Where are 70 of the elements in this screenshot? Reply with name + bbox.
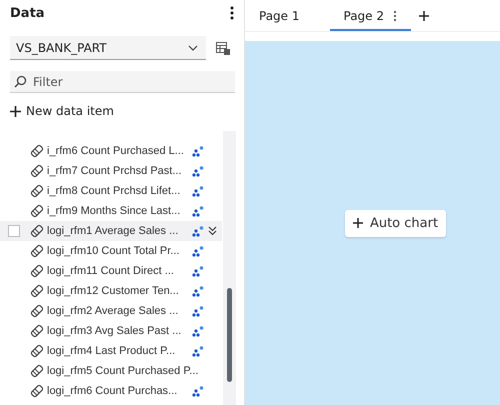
panel-title: Data — [10, 6, 45, 20]
tag-icon — [30, 224, 44, 238]
item-label: logi_rfm5 Count Purchased P... — [47, 364, 198, 378]
data-item[interactable]: logi_rfm11 Count Direct ... — [0, 261, 222, 281]
double-chevron-icon[interactable] — [208, 226, 217, 236]
chevron-icon — [188, 44, 198, 50]
relation-icon — [192, 146, 204, 156]
auto-chart-button[interactable]: Auto chart — [344, 210, 446, 236]
source-dropdown[interactable]: VS_BANK_PART — [10, 36, 206, 60]
data-item[interactable]: logi_rfm12 Customer Ten... — [0, 281, 222, 301]
relation-icon — [192, 386, 204, 396]
item-label: logi_rfm11 Count Direct ... — [47, 264, 174, 278]
data-item[interactable]: logi_rfm10 Count Total Pr... — [0, 241, 222, 261]
tag-icon — [30, 204, 44, 218]
item-label: i_rfm8 Count Prchsd Lifet... — [47, 184, 180, 198]
relation-icon — [192, 246, 204, 256]
data-item[interactable]: logi_rfm2 Average Sales ... — [0, 301, 222, 321]
item-label: logi_rfm6 Count Purchas... — [47, 384, 178, 398]
page-tab[interactable]: Page 1 — [253, 2, 312, 31]
filter-field[interactable]: Filter — [10, 71, 235, 93]
item-label: logi_rfm12 Customer Ten... — [47, 284, 179, 298]
tag-icon — [30, 244, 44, 258]
more-icon[interactable] — [230, 6, 234, 20]
item-label: logi_rfm4 Last Product P... — [47, 344, 176, 358]
relation-icon — [192, 166, 204, 176]
data-item[interactable]: logi_rfm1 Average Sales ... — [0, 221, 222, 241]
plus-icon — [352, 218, 363, 228]
data-item[interactable]: logi_rfm5 Count Purchased P... — [0, 361, 222, 381]
tag-icon — [30, 184, 44, 198]
data-item[interactable]: i_rfm7 Count Prchsd Past... — [0, 161, 222, 181]
add-icon[interactable] — [419, 11, 429, 21]
more-icon[interactable] — [393, 10, 397, 22]
relation-icon — [192, 306, 204, 316]
item-label: i_rfm6 Count Purchased L... — [47, 144, 184, 158]
filter-input[interactable]: Filter — [31, 74, 225, 90]
relation-icon — [192, 346, 204, 356]
data-item[interactable]: logi_rfm3 Avg Sales Past ... — [0, 321, 222, 341]
relation-icon — [192, 206, 204, 216]
tag-icon — [30, 364, 44, 378]
scrollbar-thumb[interactable] — [227, 288, 232, 382]
tag-icon — [30, 284, 44, 298]
data-item[interactable]: i_rfm6 Count Purchased L... — [0, 141, 222, 161]
relation-icon — [192, 266, 204, 276]
data-item[interactable]: logi_rfm6 Count Purchas... — [0, 381, 222, 401]
plus-icon — [10, 106, 21, 116]
tag-icon — [30, 344, 44, 358]
tag-icon — [30, 164, 44, 178]
table-icon[interactable] — [216, 42, 230, 54]
tag-icon — [30, 144, 44, 158]
data-item[interactable]: logi_rfm4 Last Product P... — [0, 341, 222, 361]
item-label: i_rfm9 Months Since Last... — [47, 204, 180, 218]
relation-icon — [192, 326, 204, 336]
relation-icon — [192, 186, 204, 196]
data-item[interactable]: i_rfm8 Count Prchsd Lifet... — [0, 181, 222, 201]
search-icon — [14, 75, 27, 88]
item-label: logi_rfm2 Average Sales ... — [47, 304, 178, 318]
item-label: logi_rfm10 Count Total Pr... — [47, 244, 180, 258]
relation-icon — [192, 226, 204, 236]
item-label: logi_rfm1 Average Sales ... — [47, 224, 178, 238]
tag-icon — [30, 324, 44, 338]
tag-icon — [30, 304, 44, 318]
item-label: i_rfm7 Count Prchsd Past... — [47, 164, 182, 178]
page-tab[interactable]: Page 2 — [330, 2, 411, 31]
tag-icon — [30, 384, 44, 398]
tag-icon — [30, 264, 44, 278]
new-data-item-button[interactable]: New data item — [10, 103, 244, 119]
checkbox[interactable] — [8, 225, 20, 237]
relation-icon — [192, 286, 204, 296]
data-item[interactable]: i_rfm9 Months Since Last... — [0, 201, 222, 221]
item-label: logi_rfm3 Avg Sales Past ... — [47, 324, 182, 338]
